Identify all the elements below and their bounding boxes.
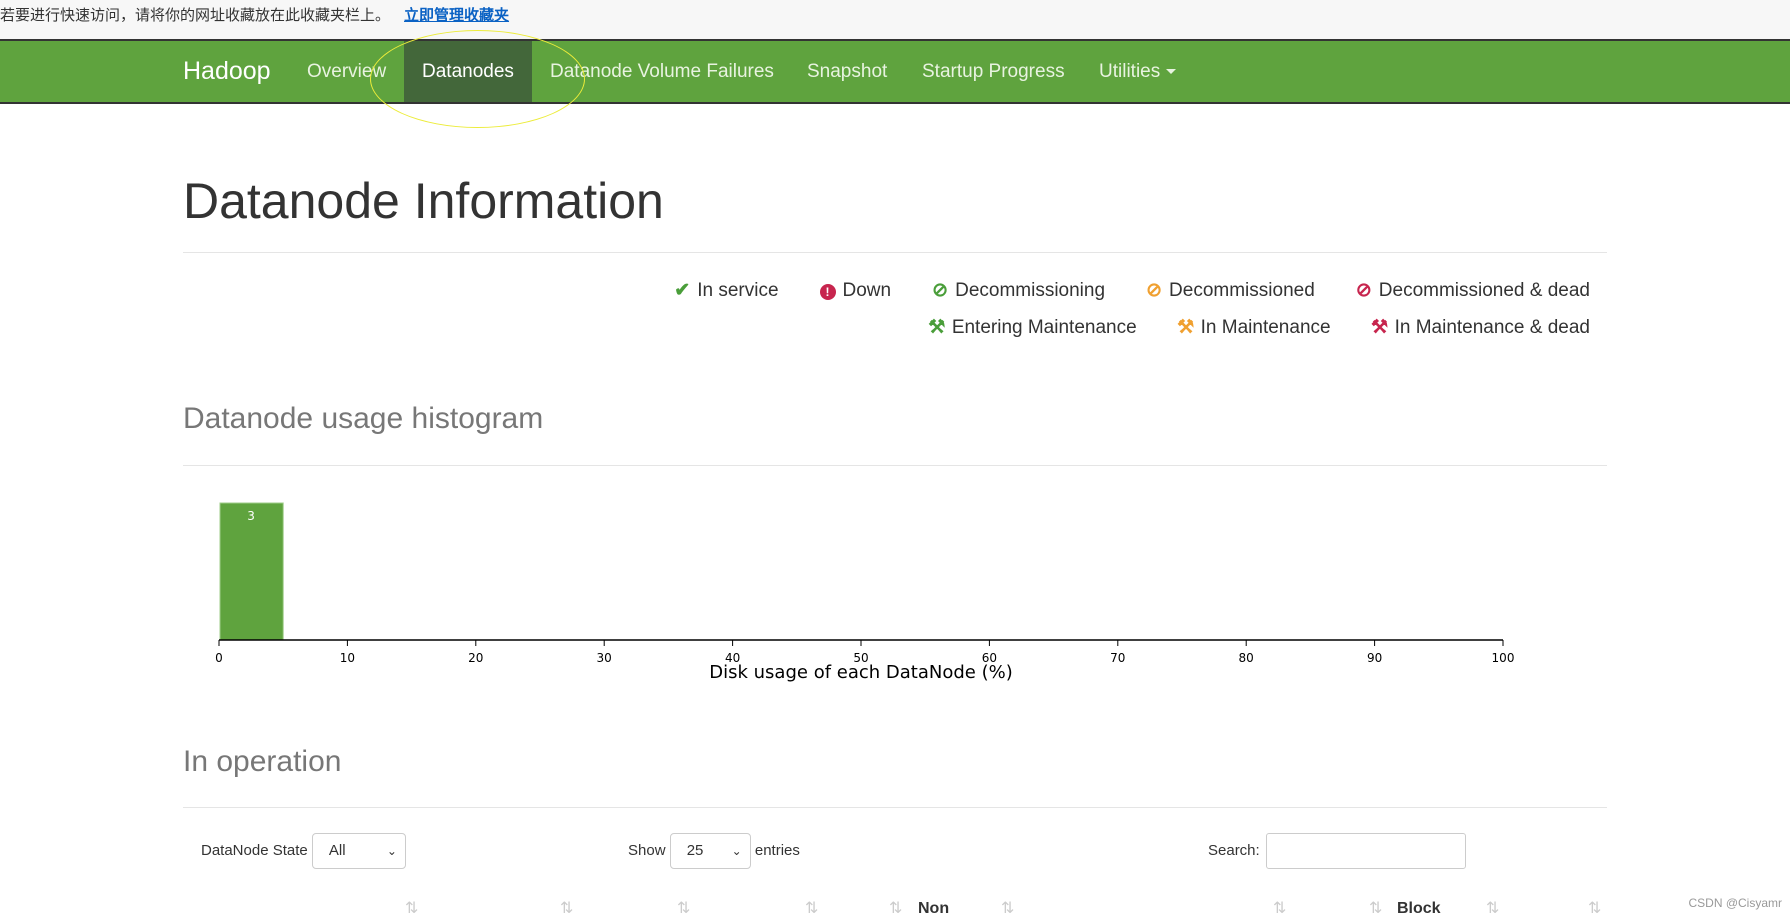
- wrench-icon: ⚒: [928, 317, 946, 338]
- legend-label: Decommissioning: [955, 280, 1106, 301]
- x-tick-label: 10: [340, 651, 355, 665]
- legend-row-1: ✔ In service! Down ⊘ Decommissioning ⊘ Decommi…: [633, 279, 1590, 302]
- legend-label: Down: [842, 280, 892, 301]
- x-tick-label: 30: [597, 651, 612, 665]
- legend-label: In Maintenance & dead: [1394, 317, 1590, 338]
- bookmark-bar: 若要进行快速访问，请将你的网址收藏放在此收藏夹栏上。 立即管理收藏夹: [0, 0, 1790, 39]
- legend-item: ⊘ Decommissioned & dead: [1353, 280, 1590, 301]
- x-tick-label: 20: [468, 651, 483, 665]
- nav-snapshot[interactable]: Snapshot: [807, 41, 887, 102]
- sort-icon[interactable]: ⇅: [1588, 898, 1601, 918]
- manage-favorites-link[interactable]: 立即管理收藏夹: [404, 7, 509, 24]
- chevron-down-icon: ⌄: [731, 844, 742, 859]
- legend-label: Decommissioned & dead: [1378, 280, 1590, 301]
- ban-icon: ⊘: [1146, 280, 1162, 301]
- sort-icon[interactable]: ⇅: [1273, 898, 1286, 918]
- sort-icon[interactable]: ⇅: [405, 898, 418, 918]
- datanode-state-filter: DataNode State All ⌄: [201, 833, 406, 870]
- legend-row-2: ⚒ Entering Maintenance ⚒ In Maintenance ⚒ In …: [888, 316, 1590, 339]
- entries-select[interactable]: 25 ⌄: [669, 833, 751, 870]
- sort-icon[interactable]: ⇅: [805, 898, 818, 918]
- sort-icon[interactable]: ⇅: [1001, 898, 1014, 918]
- sort-icon[interactable]: ⇅: [889, 898, 902, 918]
- legend-item: ⊘ Decommissioning: [929, 280, 1105, 301]
- legend-label: In Maintenance: [1200, 317, 1331, 338]
- divider: [183, 807, 1607, 808]
- histogram-bar: [219, 502, 284, 641]
- x-axis-label: Disk usage of each DataNode (%): [709, 662, 1012, 683]
- search-control: Search:: [1208, 833, 1466, 870]
- wrench-icon: ⚒: [1371, 317, 1389, 338]
- legend-item: ✔ In service: [671, 280, 778, 301]
- legend-label: Entering Maintenance: [951, 317, 1137, 338]
- entries-value: 25: [686, 842, 704, 860]
- legend-item: ! Down: [817, 280, 892, 302]
- state-label: DataNode State: [201, 842, 308, 859]
- column-header-block[interactable]: Block: [1397, 900, 1441, 918]
- x-tick-label: 90: [1367, 651, 1382, 665]
- entries-label: entries: [754, 842, 800, 859]
- legend-label: Decommissioned: [1169, 280, 1315, 301]
- bookmark-bar-text: 若要进行快速访问，请将你的网址收藏放在此收藏夹栏上。: [0, 7, 391, 24]
- x-tick-label: 100: [1492, 651, 1515, 665]
- x-tick-label: 70: [1110, 651, 1125, 665]
- operation-title: In operation: [183, 745, 342, 778]
- sort-icon[interactable]: ⇅: [1369, 898, 1382, 918]
- state-value: All: [328, 842, 346, 860]
- state-select[interactable]: All ⌄: [311, 833, 406, 870]
- highlight-annotation: [370, 30, 585, 128]
- page-length-control: Show 25 ⌄ entries: [628, 833, 800, 870]
- sort-icon[interactable]: ⇅: [1486, 898, 1499, 918]
- brand-hadoop[interactable]: Hadoop: [183, 41, 271, 102]
- column-header-non[interactable]: Non: [918, 900, 949, 918]
- nav-startup-progress[interactable]: Startup Progress: [922, 41, 1065, 102]
- chevron-down-icon: ⌄: [386, 844, 397, 859]
- legend-item: ⚒ In Maintenance: [1175, 317, 1331, 338]
- legend-item: ⊘ Decommissioned: [1143, 280, 1315, 301]
- x-tick-label: 0: [215, 651, 223, 665]
- divider: [183, 252, 1607, 253]
- page-title: Datanode Information: [183, 173, 664, 229]
- exclamation-circle-icon: !: [817, 280, 839, 302]
- show-label: Show: [628, 842, 666, 859]
- watermark: CSDN @Cisyamr: [1688, 896, 1782, 910]
- x-tick-label: 80: [1239, 651, 1254, 665]
- search-label: Search:: [1208, 842, 1260, 859]
- legend-item: ⚒ Entering Maintenance: [926, 317, 1137, 338]
- check-icon: ✔: [674, 280, 691, 301]
- divider: [183, 465, 1607, 466]
- legend-label: In service: [697, 280, 779, 301]
- navbar: Hadoop Overview Datanodes Datanode Volum…: [0, 39, 1790, 104]
- search-input[interactable]: [1265, 833, 1466, 870]
- bar-count-label: 3: [247, 509, 255, 523]
- nav-utilities-label: Utilities: [1099, 61, 1161, 82]
- legend-item: ⚒ In Maintenance & dead: [1369, 317, 1590, 338]
- sort-icon[interactable]: ⇅: [560, 898, 573, 918]
- ban-icon: ⊘: [932, 280, 949, 301]
- histogram-chart: 30 10 20 30 40 50 60 70 80 90 100Disk usage of eac…: [215, 502, 1515, 683]
- ban-icon: ⊘: [1355, 280, 1372, 301]
- nav-utilities[interactable]: Utilities: [1099, 41, 1177, 102]
- caret-down-icon: [1166, 69, 1177, 75]
- sort-icon[interactable]: ⇅: [677, 898, 690, 918]
- wrench-icon: ⚒: [1177, 317, 1195, 338]
- histogram-title: Datanode usage histogram: [183, 402, 544, 435]
